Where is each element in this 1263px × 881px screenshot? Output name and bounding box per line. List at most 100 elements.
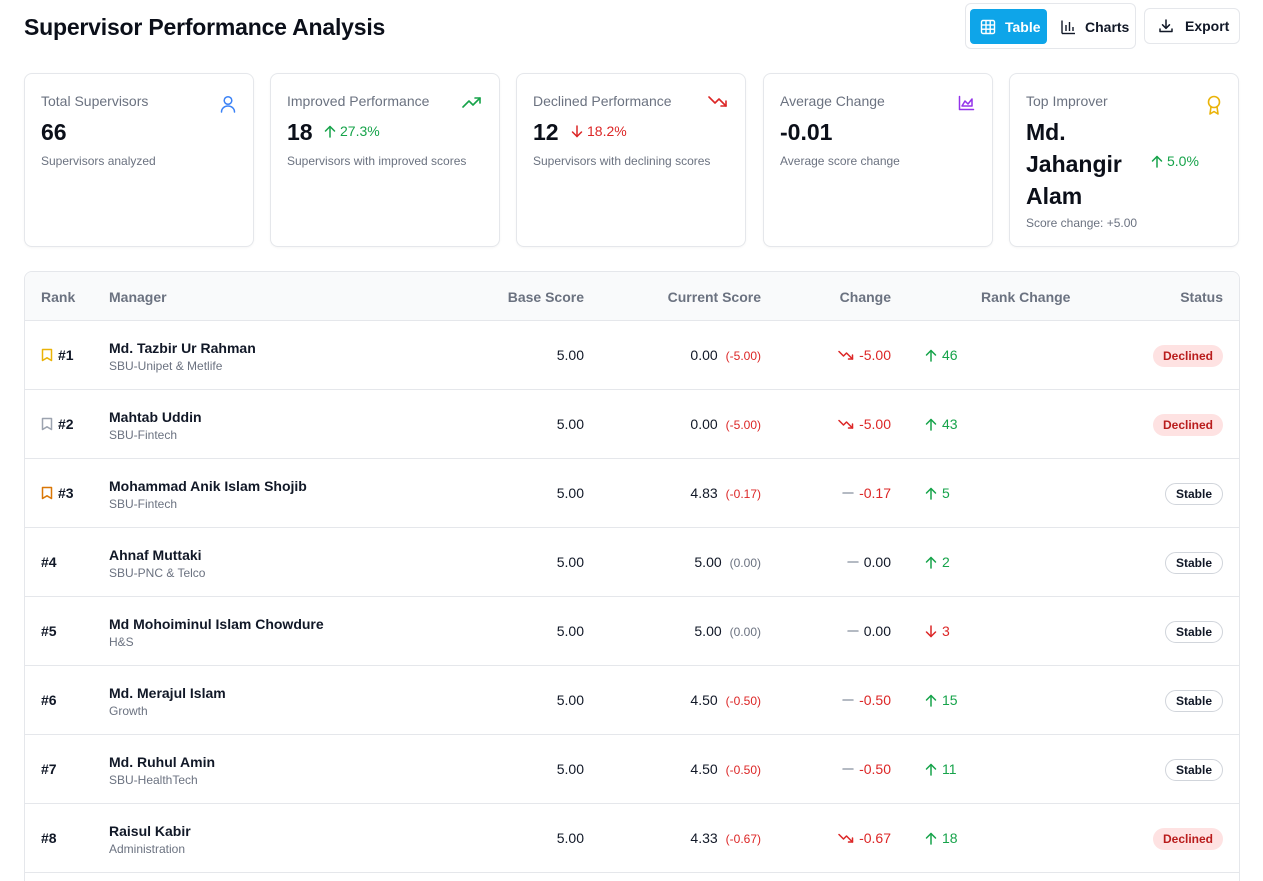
rank-value: #3 xyxy=(58,485,74,501)
rank-change-value: 11 xyxy=(942,761,957,777)
rank-change-value: 18 xyxy=(942,830,958,846)
stat-trend: 18.2% xyxy=(571,123,627,139)
column-header-current-score[interactable]: Current Score xyxy=(668,289,761,305)
manager-name: Md Mohoiminul Islam Chowdure xyxy=(109,616,324,632)
table-row[interactable]: #3 Mohammad Anik Islam Shojib SBU-Fintec… xyxy=(25,459,1239,528)
trending-down-icon xyxy=(838,419,854,429)
bookmark-icon xyxy=(41,486,53,500)
arrow-up-icon xyxy=(925,349,937,362)
base-score: 5.00 xyxy=(556,761,584,777)
status-badge: Declined xyxy=(1152,345,1223,367)
change-value: -0.50 xyxy=(859,692,891,708)
trending-up-icon xyxy=(462,97,481,108)
change-value: 0.00 xyxy=(863,554,891,570)
current-score-cell: 4.50 (-0.50) xyxy=(690,692,761,708)
bookmark-icon xyxy=(41,417,53,431)
rank-change-value: 5 xyxy=(942,485,950,501)
rank-change-value: 2 xyxy=(942,554,950,570)
score-delta: (0.00) xyxy=(729,556,761,570)
rank-value: #6 xyxy=(41,692,57,708)
current-score: 4.50 xyxy=(690,761,718,777)
minus-icon xyxy=(842,699,854,701)
rank-change-cell: 2 xyxy=(925,554,950,570)
arrow-down-icon xyxy=(925,624,937,637)
base-score: 5.00 xyxy=(556,692,584,708)
charts-view-button[interactable]: Charts xyxy=(1050,9,1134,44)
table-view-button[interactable]: Table xyxy=(970,9,1047,44)
arrow-up-icon xyxy=(925,418,937,431)
rank-change-value: 46 xyxy=(942,347,958,363)
rank-value: #4 xyxy=(41,554,57,570)
award-icon xyxy=(1207,95,1221,115)
arrow-up-icon xyxy=(925,694,937,707)
base-score: 5.00 xyxy=(556,347,584,363)
stat-value: 66 xyxy=(41,119,67,145)
stat-subtitle: Supervisors with improved scores xyxy=(287,154,467,168)
change-value: -5.00 xyxy=(859,416,891,432)
change-cell: -0.50 xyxy=(842,692,891,708)
change-value: 0.00 xyxy=(863,623,891,639)
column-header-rank[interactable]: Rank xyxy=(41,289,75,305)
stat-label: Top Improver xyxy=(1026,93,1108,109)
table-row[interactable]: #6 Md. Merajul Islam Growth 5.00 4.50 (-… xyxy=(25,666,1239,735)
rank-cell: #2 xyxy=(41,416,74,432)
table-row[interactable]: #5 Md Mohoiminul Islam Chowdure H&S 5.00… xyxy=(25,597,1239,666)
column-header-change[interactable]: Change xyxy=(840,289,891,305)
stat-trend: 27.3% xyxy=(324,123,380,139)
column-header-manager[interactable]: Manager xyxy=(109,289,167,305)
stat-subtitle: Average score change xyxy=(780,154,900,168)
current-score: 0.00 xyxy=(690,416,718,432)
column-header-status[interactable]: Status xyxy=(1180,289,1223,305)
current-score-cell: 5.00 (0.00) xyxy=(694,623,761,639)
export-button[interactable]: Export xyxy=(1144,8,1240,44)
score-delta: (-5.00) xyxy=(725,418,761,432)
stat-trend-value: 18.2% xyxy=(587,123,627,139)
table-row[interactable]: #2 Mahtab Uddin SBU-Fintech 5.00 0.00 (-… xyxy=(25,390,1239,459)
status-badge: Stable xyxy=(1164,621,1223,643)
column-header-rank-change[interactable]: Rank Change xyxy=(981,289,1070,305)
chart-area-icon xyxy=(958,95,975,111)
manager-department: SBU-HealthTech xyxy=(109,773,198,787)
table-view-label: Table xyxy=(1005,18,1041,35)
rank-change-value: 3 xyxy=(942,623,950,639)
change-cell: 0.00 xyxy=(847,554,891,570)
manager-department: SBU-Unipet & Metlife xyxy=(109,359,223,373)
column-header-base-score[interactable]: Base Score xyxy=(508,289,584,305)
current-score: 4.83 xyxy=(690,485,718,501)
change-value: -0.67 xyxy=(859,830,891,846)
change-cell: -0.67 xyxy=(838,830,891,846)
manager-department: H&S xyxy=(109,635,134,649)
score-delta: (-0.17) xyxy=(725,487,761,501)
table-row[interactable]: #8 Raisul Kabir Administration 5.00 4.33… xyxy=(25,804,1239,873)
improved-performance-card: Improved Performance 18 27.3% Supervisor… xyxy=(270,73,500,247)
table-header: Rank Manager Base Score Current Score Ch… xyxy=(25,272,1239,321)
rank-change-cell: 11 xyxy=(925,761,957,777)
table-row[interactable]: #4 Ahnaf Muttaki SBU-PNC & Telco 5.00 5.… xyxy=(25,528,1239,597)
rank-change-cell: 3 xyxy=(925,623,950,639)
stat-value: -0.01 xyxy=(780,119,833,145)
stat-subtitle: Score change: +5.00 xyxy=(1026,216,1138,230)
table-row[interactable]: #7 Md. Ruhul Amin SBU-HealthTech 5.00 4.… xyxy=(25,735,1239,804)
manager-name: Mahtab Uddin xyxy=(109,409,202,425)
current-score-cell: 4.33 (-0.67) xyxy=(690,830,761,846)
change-cell: -0.50 xyxy=(842,761,891,777)
status-badge: Stable xyxy=(1164,690,1223,712)
manager-department: Administration xyxy=(109,842,186,856)
base-score: 5.00 xyxy=(556,554,584,570)
table-row[interactable]: #1 Md. Tazbir Ur Rahman SBU-Unipet & Met… xyxy=(25,321,1239,390)
arrow-up-icon xyxy=(925,763,937,776)
bar-chart-icon xyxy=(1061,20,1075,34)
current-score: 4.33 xyxy=(690,830,718,846)
rank-cell: #3 xyxy=(41,485,74,501)
rank-change-cell: 18 xyxy=(925,830,958,846)
charts-view-label: Charts xyxy=(1085,18,1130,35)
rank-value: #7 xyxy=(41,761,57,777)
average-change-card: Average Change -0.01 Average score chang… xyxy=(763,73,993,247)
arrow-up-icon xyxy=(925,556,937,569)
rank-value: #1 xyxy=(58,347,74,363)
status-badge: Declined xyxy=(1152,828,1223,850)
arrow-up-icon xyxy=(1151,155,1163,168)
manager-name: Raisul Kabir xyxy=(109,823,191,839)
stat-trend-value: 27.3% xyxy=(340,123,380,139)
arrow-down-icon xyxy=(571,124,583,137)
